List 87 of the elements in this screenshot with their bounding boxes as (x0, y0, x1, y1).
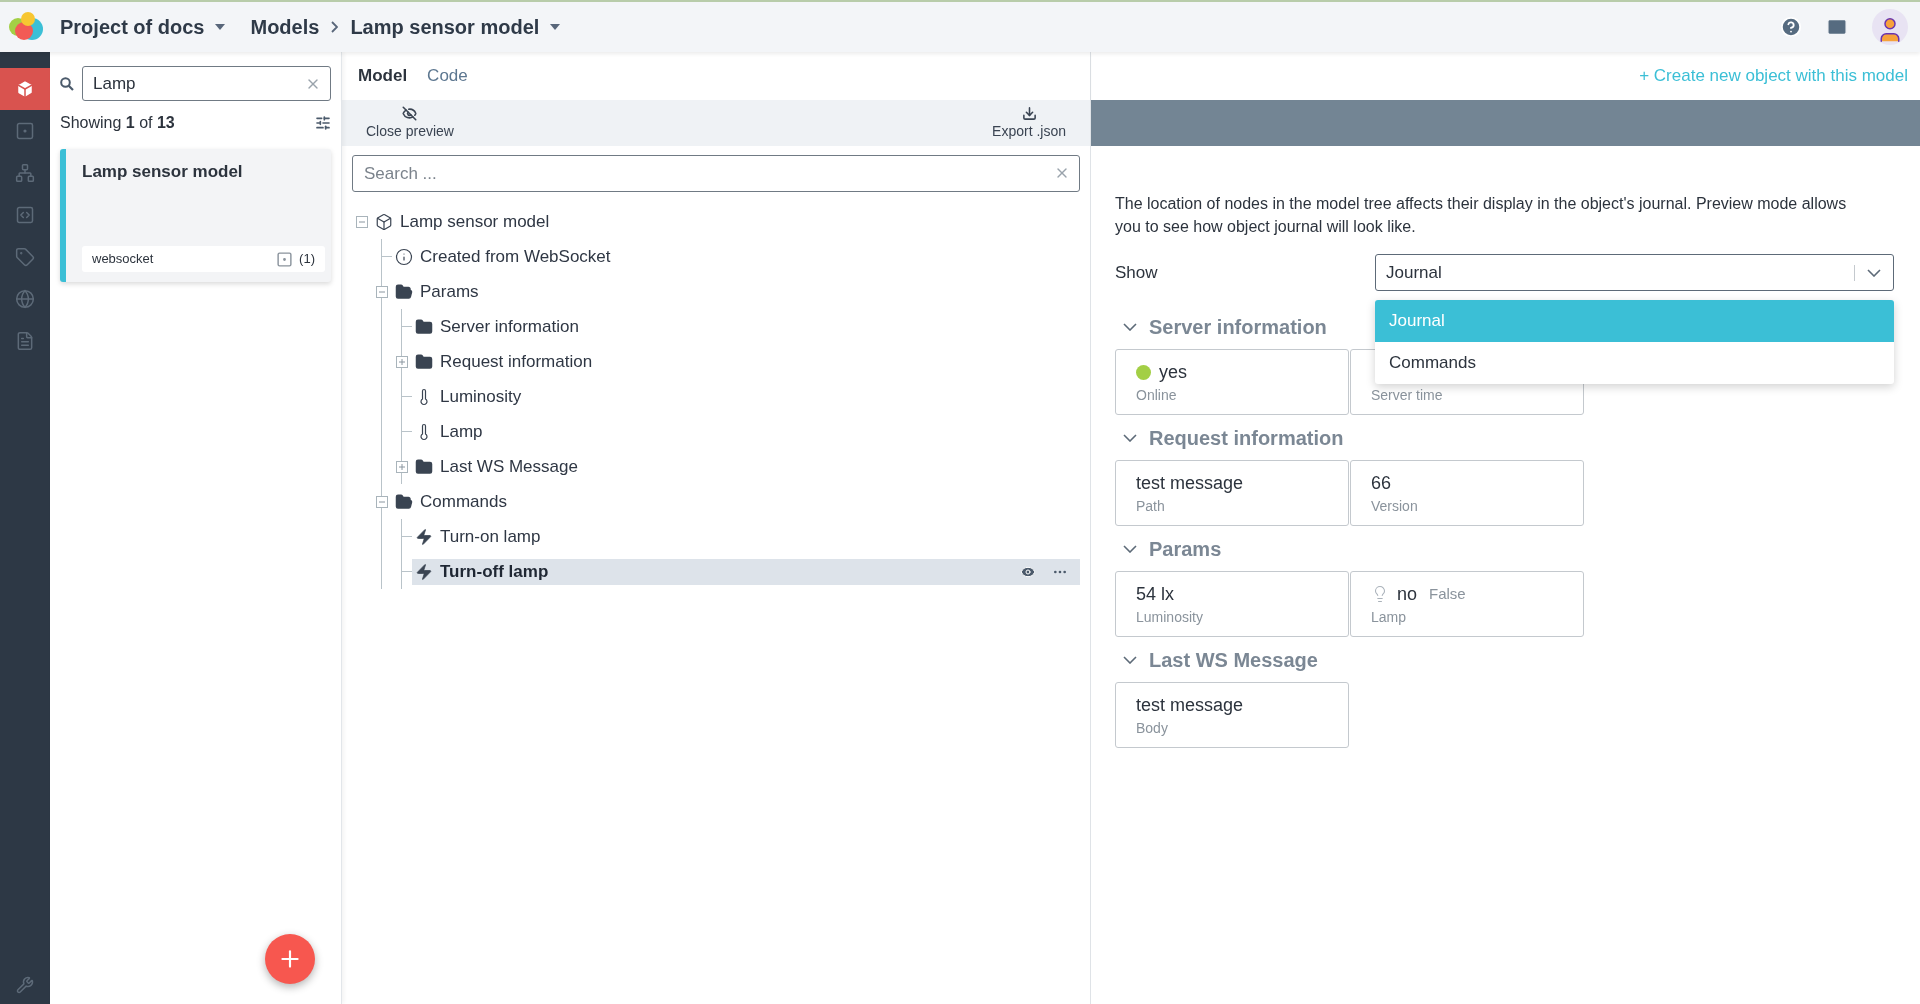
field-label: Body (1136, 719, 1169, 738)
collapse-icon[interactable] (376, 285, 388, 298)
chevron-down-icon (1867, 268, 1881, 277)
show-label: Show (1115, 261, 1159, 284)
dropdown-option[interactable]: Commands (1375, 342, 1894, 384)
folder-icon (415, 457, 433, 476)
chevron-down-icon[interactable] (1123, 323, 1137, 331)
card-title: Lamp sensor model (82, 161, 244, 183)
description: The location of nodes in the model tree affects their display in the object's journal. Preview mode allows you to see how object journal will look like. (1115, 194, 1848, 237)
field-label: Luminosity (1136, 608, 1204, 627)
chevron-down-icon[interactable] (1123, 656, 1137, 664)
object-count: (1) (299, 250, 315, 269)
nav-item[interactable] (0, 68, 50, 110)
avatar[interactable] (1872, 9, 1908, 45)
cube-icon (15, 79, 35, 99)
tree-item[interactable]: Last WS Message (412, 453, 1080, 480)
field-value: yes (1159, 360, 1187, 384)
add-button[interactable] (265, 934, 315, 984)
hierarchy-icon (15, 163, 35, 183)
folder-icon (395, 282, 413, 301)
close-preview-button[interactable]: Close preview (366, 106, 454, 142)
model-card[interactable]: Lamp sensor model websocket (1) (60, 149, 331, 282)
tree-item[interactable]: Luminosity (412, 383, 1080, 410)
download-icon (1021, 106, 1037, 121)
tree-item[interactable]: Lamp (412, 418, 1080, 445)
square-icon (15, 121, 35, 141)
field-value: test message (1136, 471, 1244, 495)
tag-icon (15, 247, 35, 267)
tag-label: websocket (92, 250, 154, 269)
section-title: Request information (1149, 426, 1344, 451)
tab[interactable]: Code (427, 63, 468, 89)
cube-icon (375, 212, 393, 231)
wrench-icon[interactable] (16, 976, 34, 994)
field-label: Path (1136, 497, 1166, 516)
info-icon (395, 247, 413, 266)
model-selector[interactable]: Lamp sensor model (350, 12, 540, 42)
tree-item[interactable]: Turn-off lamp (412, 558, 1080, 585)
collapse-icon[interactable] (376, 495, 388, 508)
breadcrumb-link[interactable]: Models (250, 12, 320, 42)
tree-item[interactable]: Created from WebSocket (392, 243, 1080, 270)
logo-icon (6, 11, 46, 43)
field-value: 54 lx (1136, 582, 1175, 606)
field-label: Server time (1371, 386, 1444, 405)
field-label: Version (1371, 497, 1419, 516)
folder-icon (415, 317, 433, 336)
tree-item[interactable]: Lamp sensor model (372, 208, 1080, 235)
tree-item[interactable]: Commands (392, 488, 1080, 515)
field-value: test message (1136, 693, 1244, 717)
globe-icon (15, 289, 35, 309)
help-icon[interactable] (1780, 16, 1802, 38)
field-label: Lamp (1371, 608, 1408, 627)
lightning-icon (415, 527, 433, 546)
field-value: no (1397, 582, 1418, 606)
document-icon (15, 331, 35, 351)
expand-icon[interactable] (396, 355, 408, 368)
square-icon (276, 250, 294, 268)
field-label: Online (1136, 386, 1178, 405)
collapse-icon[interactable] (356, 215, 368, 228)
node-search-field[interactable]: Search ... (352, 155, 1080, 192)
chevron-down-icon[interactable] (1123, 545, 1137, 553)
model-search-field[interactable]: Lamp (82, 66, 331, 101)
field-value: 66 (1371, 471, 1392, 495)
tree-item[interactable]: Request information (412, 348, 1080, 375)
search-icon (60, 76, 74, 91)
folder-icon (395, 492, 413, 511)
section-title: Server information (1149, 315, 1327, 340)
code-icon (15, 205, 35, 225)
section-title: Last WS Message (1149, 648, 1318, 673)
tab[interactable]: Model (358, 63, 408, 89)
expand-icon[interactable] (396, 460, 408, 473)
field-note: False (1429, 583, 1466, 604)
lightning-icon (415, 562, 433, 581)
export-button[interactable]: Export .json (992, 106, 1066, 142)
tree-item[interactable]: Params (392, 278, 1080, 305)
caret-icon (214, 23, 227, 31)
caret-icon (549, 23, 562, 31)
chevron-right-icon (331, 21, 339, 33)
chevron-down-icon[interactable] (1123, 434, 1137, 442)
folder-icon (415, 352, 433, 371)
section-title: Params (1149, 537, 1222, 562)
show-select[interactable]: Journal (1375, 254, 1894, 291)
tree-item[interactable]: Server information (412, 313, 1080, 340)
filter-icon[interactable] (315, 115, 331, 131)
eye-off-icon (402, 106, 418, 121)
project-selector[interactable]: Project of docs (60, 12, 205, 42)
results-count: Showing 1 of 13 (60, 113, 175, 133)
tree-item[interactable]: Turn-on lamp (412, 523, 1080, 550)
